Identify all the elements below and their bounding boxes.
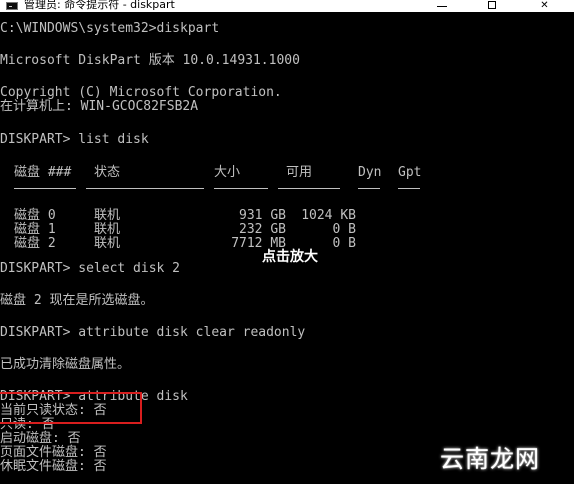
disk-size: 232 GB [239,222,286,237]
close-button[interactable]: ✕ [522,0,567,12]
computer-name-line: 在计算机上: WIN-GCOC82FSB2A [0,99,199,114]
col-header-size: 大小 [214,165,241,180]
disk-free: 1024 KB [301,208,356,223]
list-disk-command: DISKPART> list disk [0,132,149,147]
watermark-text: 云南龙网 [440,445,540,473]
col-header-status: 状态 [94,165,121,180]
clear-readonly-command: DISKPART> attribute disk clear readonly [0,325,306,340]
minimize-button[interactable] [420,0,465,12]
command-prompt-window: 管理员: 命令提示符 - diskpart ✕ C:\WINDOWS\syste… [0,0,574,484]
watermark: 云南龙网 [430,441,574,484]
window-title: 管理员: 命令提示符 - diskpart [24,0,175,11]
title-bar[interactable]: 管理员: 命令提示符 - diskpart ✕ [0,0,574,12]
diskpart-launch-command: C:\WINDOWS\system32>diskpart [0,21,220,36]
attr-boot-disk: 启动磁盘: 否 [0,431,81,446]
select-disk-result: 磁盘 2 现在是所选磁盘。 [0,293,154,308]
disk-status: 联机 [94,236,121,251]
diskpart-version-line: Microsoft DiskPart 版本 10.0.14931.1000 [0,53,300,68]
copyright-line: Copyright (C) Microsoft Corporation. [0,85,282,100]
console-app-icon [6,2,18,10]
disk-size: 931 GB [239,208,286,223]
maximize-button[interactable] [470,0,515,12]
disk-id: 磁盘 2 [14,236,56,251]
minimize-icon [437,6,447,7]
readonly-highlight-box [0,392,142,424]
disk-free: 0 B [332,222,356,237]
attr-pagefile-disk: 页面文件磁盘: 否 [0,445,107,460]
col-header-dyn: Dyn [358,165,382,180]
col-header-free: 可用 [286,165,313,180]
col-header-gpt: Gpt [398,165,422,180]
disk-id: 磁盘 1 [14,222,56,237]
disk-id: 磁盘 0 [14,208,56,223]
maximize-icon [488,1,496,9]
clear-readonly-result: 已成功清除磁盘属性。 [0,357,131,372]
click-to-enlarge-hint[interactable]: 点击放大 [262,249,318,265]
close-icon: ✕ [540,0,549,11]
col-header-disk: 磁盘 ### [14,165,72,180]
disk-status: 联机 [94,208,121,223]
disk-status: 联机 [94,222,121,237]
attr-hibernation-disk: 休眠文件磁盘: 否 [0,459,107,474]
select-disk-command: DISKPART> select disk 2 [0,261,181,276]
